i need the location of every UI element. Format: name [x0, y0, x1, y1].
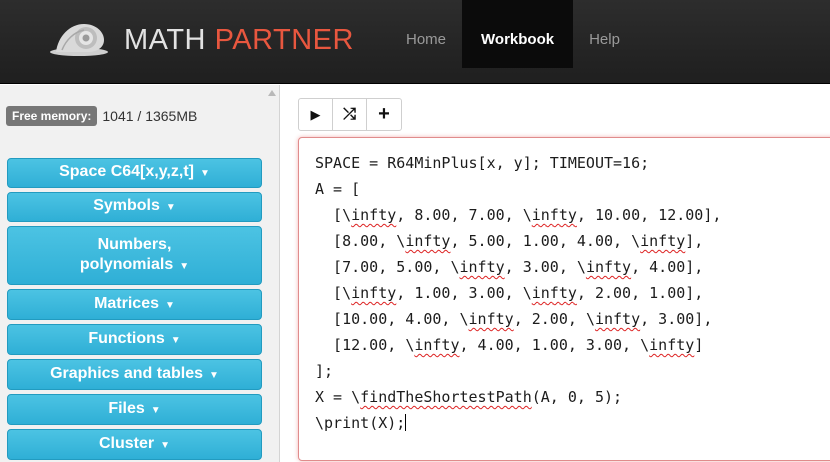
caret-down-icon: ▼	[165, 202, 176, 213]
code-line: X = \findTheShortestPath(A, 0, 5);	[315, 388, 623, 406]
memory-indicator: Free memory: 1041 / 1365MB	[6, 106, 197, 126]
text-cursor	[405, 414, 407, 431]
code-command: infty	[459, 258, 505, 276]
menu-numbers-label-line1: Numbers,	[97, 235, 172, 253]
caret-down-icon: ▼	[209, 369, 219, 381]
menu-graphics-tables-button[interactable]: Graphics and tables ▼	[7, 359, 262, 390]
menu-graphics-label: Graphics and tables	[50, 364, 204, 382]
code-line: ];	[315, 362, 334, 380]
top-header: MATH PARTNER Home Workbook Help	[0, 0, 830, 84]
scroll-up-arrow-icon[interactable]	[268, 90, 276, 96]
menu-symbols-label: Symbols	[93, 197, 160, 214]
menu-matrices-button[interactable]: Matrices ▼	[7, 289, 262, 320]
menu-functions-label: Functions	[88, 329, 165, 347]
code-command: infty	[531, 284, 577, 302]
shuffle-button[interactable]: ⤮	[333, 99, 367, 130]
code-command: infty	[405, 232, 451, 250]
menu-cluster-button[interactable]: Cluster ▼	[7, 429, 262, 460]
caret-down-icon: ▼	[170, 334, 181, 346]
code-command: infty	[594, 310, 641, 328]
shell-logo-icon[interactable]	[48, 18, 110, 58]
code-line: A = [	[315, 180, 361, 198]
code-line: [\infty, 1.00, 3.00, \infty, 2.00, 1.00]…	[315, 284, 704, 302]
sidebar-menu: Space C64[x,y,z,t] ▼ Symbols ▼ Numbers, po…	[7, 158, 262, 462]
menu-files-label: Files	[108, 399, 145, 417]
code-command: infty	[414, 336, 460, 354]
code-line: [\infty, 8.00, 7.00, \infty, 10.00, 12.0…	[315, 206, 722, 224]
shuffle-icon: ⤮	[343, 105, 356, 123]
code-line: [7.00, 5.00, \infty, 3.00, \infty, 4.00]…	[315, 258, 704, 276]
play-icon: ▶	[310, 106, 321, 122]
nav-help[interactable]: Help	[573, 0, 636, 68]
nav-workbook[interactable]: Workbook	[462, 0, 574, 68]
memory-value: 1041 / 1365MB	[102, 108, 198, 124]
editor-toolbar: ▶ ⤮ +	[298, 98, 402, 131]
main-nav: Home Workbook Help	[390, 0, 636, 68]
menu-matrices-label: Matrices	[94, 294, 159, 312]
code-command: findTheShortestPath	[360, 388, 532, 406]
sidebar: Free memory: 1041 / 1365MB Space C64[x,y…	[0, 85, 280, 462]
menu-numbers-label-line2: polynomials	[79, 255, 174, 273]
memory-label-badge: Free memory:	[6, 106, 98, 126]
menu-symbols-button[interactable]: Symbols ▼	[7, 192, 262, 222]
code-line: [8.00, \infty, 5.00, 1.00, 4.00, \infty]…	[315, 232, 704, 250]
code-editor[interactable]: SPACE = R64MinPlus[x, y]; TIMEOUT=16; A =…	[298, 137, 830, 461]
code-command: infty	[531, 206, 577, 224]
code-line: SPACE = R64MinPlus[x, y]; TIMEOUT=16;	[315, 154, 650, 172]
nav-home[interactable]: Home	[390, 0, 462, 68]
menu-space-label: Space C64[x,y,z,t]	[59, 163, 194, 180]
code-command: infty	[468, 310, 514, 328]
caret-down-icon: ▼	[160, 439, 171, 451]
code-command: infty	[585, 258, 632, 276]
menu-files-button[interactable]: Files ▼	[7, 394, 262, 425]
brand-title-part2: PARTNER	[214, 24, 354, 56]
code-command: infty	[351, 206, 397, 224]
code-lines: SPACE = R64MinPlus[x, y]; TIMEOUT=16; A =…	[315, 150, 830, 436]
run-button[interactable]: ▶	[299, 99, 333, 130]
code-line: [10.00, 4.00, \infty, 2.00, \infty, 3.00…	[315, 310, 713, 328]
brand-title-part1: MATH	[124, 24, 215, 56]
caret-down-icon: ▼	[150, 404, 161, 416]
caret-down-icon: ▼	[165, 299, 175, 311]
code-command: infty	[649, 336, 695, 354]
caret-down-icon: ▼	[179, 260, 190, 272]
code-line: \print(X);	[315, 414, 407, 432]
menu-space-button[interactable]: Space C64[x,y,z,t] ▼	[7, 158, 262, 188]
menu-cluster-label: Cluster	[98, 434, 155, 452]
code-command: infty	[640, 232, 686, 250]
menu-functions-button[interactable]: Functions ▼	[7, 324, 262, 355]
code-command: print	[324, 414, 370, 432]
add-section-button[interactable]: +	[367, 99, 401, 130]
code-line: [12.00, \infty, 4.00, 1.00, 3.00, \infty…	[315, 336, 704, 354]
plus-icon: +	[378, 103, 390, 125]
menu-numbers-polynomials-button[interactable]: Numbers, polynomials ▼	[7, 226, 262, 285]
code-command: infty	[351, 284, 397, 302]
brand-title[interactable]: MATH PARTNER	[124, 20, 354, 60]
caret-down-icon: ▼	[199, 168, 210, 179]
